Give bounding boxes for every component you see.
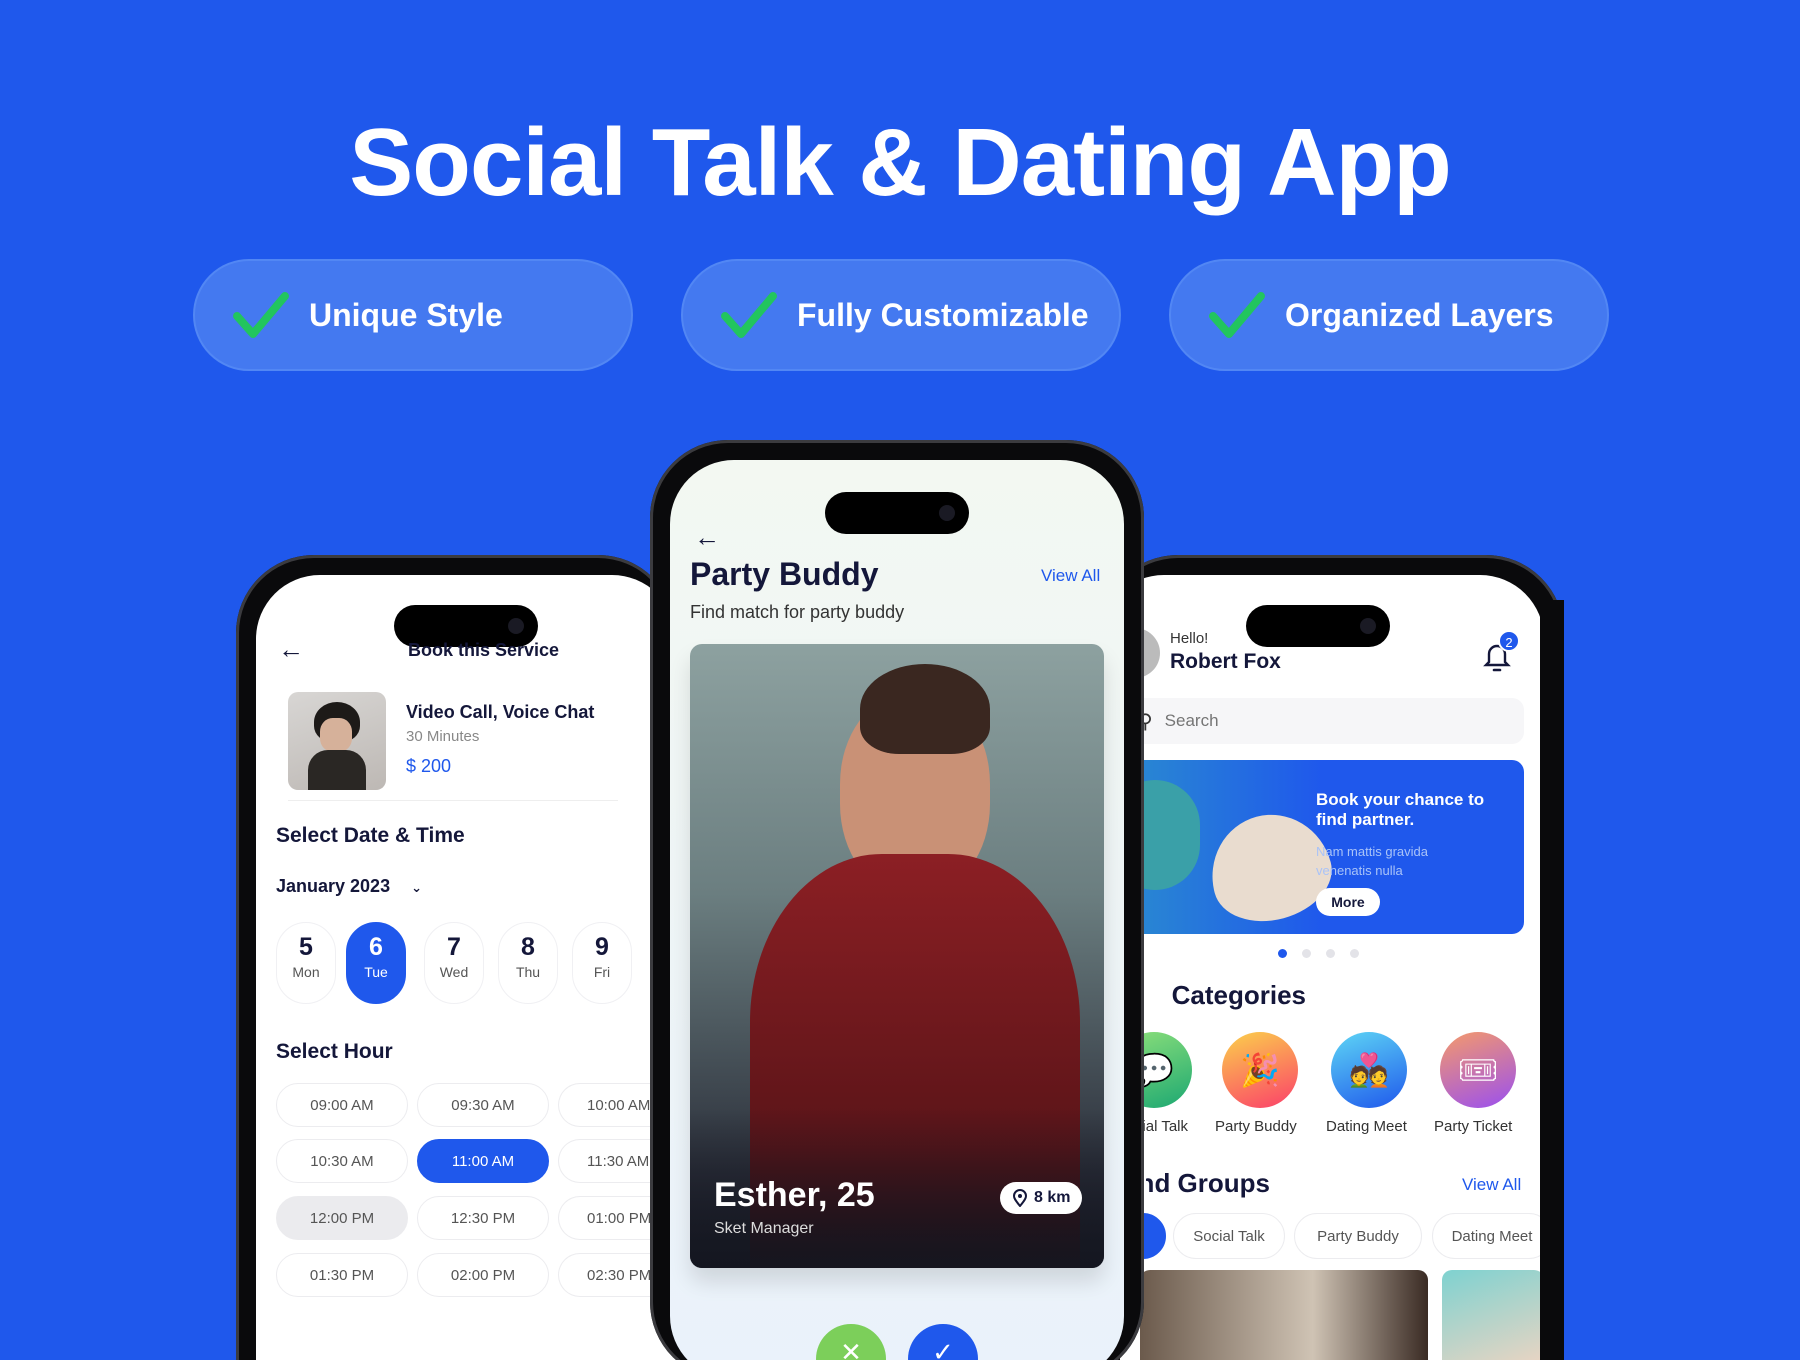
- time-slot[interactable]: 01:00 PM: [558, 1196, 650, 1240]
- notification-badge: 2: [1498, 630, 1520, 652]
- booking-header-title: Book this Service: [408, 640, 560, 660]
- category-party-ticket[interactable]: 🎟: [1440, 1032, 1516, 1108]
- banner-text: Nam mattis gravida venenatis nulla: [1316, 844, 1428, 878]
- groups-heading: Trend Groups: [1146, 1168, 1270, 1198]
- group-card-image[interactable]: [1442, 1270, 1544, 1360]
- party-subtitle: Find match for party buddy: [690, 602, 905, 622]
- service-duration: 30 Minutes: [406, 728, 480, 745]
- date-option[interactable]: 9 Fri: [572, 922, 632, 1004]
- greeting: Hello!: [1170, 630, 1209, 647]
- profile-photo-hair: [860, 664, 990, 754]
- profile-card[interactable]: Esther, 25 Sket Manager 8 km: [690, 644, 1104, 1268]
- group-chip[interactable]: Party Buddy: [1294, 1213, 1422, 1259]
- divider: [288, 800, 618, 801]
- back-arrow-icon[interactable]: ←: [694, 522, 720, 553]
- ticket-icon: 🎟: [1457, 1052, 1499, 1088]
- dynamic-island: [825, 492, 969, 534]
- time-slot[interactable]: 01:30 PM: [276, 1253, 408, 1297]
- month-selector[interactable]: January 2023 ⌄: [276, 876, 422, 897]
- promo-banner[interactable]: Book your chance to find partner. Nam ma…: [1120, 760, 1524, 934]
- page-title: Social Talk & Dating App: [349, 109, 1451, 216]
- categories-heading: Categories: [1171, 980, 1306, 1010]
- close-icon: ✕: [840, 1337, 862, 1360]
- phone-frame-edge: [1540, 600, 1564, 1360]
- carousel-dot[interactable]: [1278, 949, 1287, 958]
- date-day: Fri: [593, 964, 611, 980]
- date-option[interactable]: 6 Tue: [346, 922, 406, 1004]
- checkmark-icon: [721, 292, 777, 338]
- chevron-down-icon: ⌄: [411, 880, 423, 895]
- time-slot[interactable]: 09:30 AM: [417, 1083, 549, 1127]
- party-popper-icon: 🎉: [1240, 1052, 1280, 1088]
- groups-view-all-link[interactable]: View All: [1462, 1175, 1521, 1195]
- category-label: Dating Meet: [1326, 1118, 1407, 1135]
- date-number: 5: [299, 933, 313, 961]
- group-chip[interactable]: Dating Meet: [1432, 1213, 1552, 1259]
- date-option[interactable]: 7 Wed: [424, 922, 484, 1004]
- party-view-all-link[interactable]: View All: [1041, 566, 1100, 586]
- category-dating-meet[interactable]: 💑: [1331, 1032, 1407, 1108]
- dynamic-island: [1246, 605, 1390, 647]
- back-arrow-icon[interactable]: ←: [278, 634, 304, 665]
- banner-more-button[interactable]: More: [1316, 888, 1380, 916]
- carousel-dot[interactable]: [1350, 949, 1359, 958]
- search-input[interactable]: [1164, 711, 1465, 731]
- couple-hearts-icon: 💑: [1349, 1052, 1389, 1088]
- time-slot[interactable]: 11:30 AM: [558, 1139, 650, 1183]
- service-price: $ 200: [406, 756, 452, 776]
- location-pin-icon: [1012, 1189, 1028, 1207]
- category-label: Party Ticket: [1434, 1118, 1513, 1135]
- time-slot[interactable]: 11:00 AM: [417, 1139, 549, 1183]
- carousel-dot[interactable]: [1302, 949, 1311, 958]
- checkmark-icon: [1209, 292, 1265, 338]
- party-title: Party Buddy: [690, 556, 879, 592]
- group-card-image[interactable]: [1140, 1270, 1428, 1360]
- check-icon: ✓: [932, 1337, 954, 1360]
- date-day: Thu: [515, 964, 541, 980]
- feature-pill-unique-style: Unique Style: [193, 259, 633, 371]
- feature-label: Organized Layers: [1285, 296, 1554, 333]
- select-hour-heading: Select Hour: [276, 1040, 393, 1063]
- date-option[interactable]: 8 Thu: [498, 922, 558, 1004]
- time-slot[interactable]: 09:00 AM: [276, 1083, 408, 1127]
- date-number: 7: [447, 933, 461, 961]
- service-name: Video Call, Voice Chat: [406, 702, 595, 722]
- date-day: Tue: [364, 964, 388, 980]
- time-slot[interactable]: 10:00 AM: [558, 1083, 650, 1127]
- date-option[interactable]: 5 Mon: [276, 922, 336, 1004]
- date-day: Mon: [292, 964, 320, 980]
- banner-title: Book your chance to find partner.: [1316, 790, 1485, 829]
- profile-job: Sket Manager: [714, 1220, 814, 1237]
- time-slot[interactable]: 02:00 PM: [417, 1253, 549, 1297]
- feature-pill-organized-layers: Organized Layers: [1169, 259, 1609, 371]
- time-slot[interactable]: 02:30 PM: [558, 1253, 650, 1297]
- checkmark-icon: [233, 292, 289, 338]
- time-slot: 12:00 PM: [276, 1196, 408, 1240]
- carousel-dot[interactable]: [1326, 949, 1335, 958]
- date-number: 6: [369, 933, 383, 961]
- profile-name: Esther, 25: [714, 1176, 875, 1214]
- category-party-buddy[interactable]: 🎉: [1222, 1032, 1298, 1108]
- date-number: 9: [595, 933, 609, 961]
- distance-value: 8 km: [1034, 1189, 1071, 1206]
- select-date-heading: Select Date & Time: [276, 824, 465, 847]
- feature-label: Unique Style: [309, 296, 503, 333]
- date-number: 8: [521, 933, 535, 961]
- user-name: Robert Fox: [1170, 650, 1281, 673]
- distance-badge: 8 km: [1000, 1182, 1083, 1214]
- date-day: Wed: [439, 964, 469, 980]
- category-label: Party Buddy: [1215, 1118, 1297, 1135]
- feature-label: Fully Customizable: [797, 296, 1089, 333]
- month-label: January 2023: [276, 876, 391, 896]
- feature-pill-fully-customizable: Fully Customizable: [681, 259, 1121, 371]
- service-thumbnail: [288, 692, 386, 790]
- group-chip[interactable]: Social Talk: [1173, 1213, 1285, 1259]
- notification-button[interactable]: 2: [1482, 630, 1520, 672]
- time-slot[interactable]: 12:30 PM: [417, 1196, 549, 1240]
- time-slot[interactable]: 10:30 AM: [276, 1139, 408, 1183]
- search-bar[interactable]: ⚲: [1120, 698, 1524, 744]
